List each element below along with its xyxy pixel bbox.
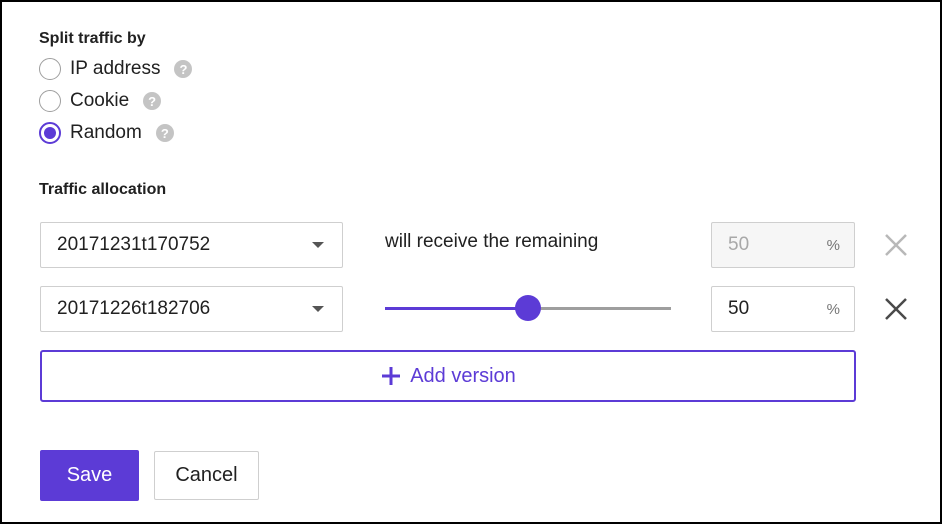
radio-option-random[interactable]: Random ? bbox=[39, 119, 174, 147]
percent-unit: % bbox=[826, 300, 840, 318]
traffic-split-dialog: Split traffic by IP address ? Cookie ? R… bbox=[0, 0, 942, 524]
add-version-button[interactable]: Add version bbox=[40, 350, 856, 402]
percent-field-2[interactable]: 50 % bbox=[711, 286, 855, 332]
chevron-down-icon bbox=[312, 242, 324, 248]
radio-label-random: Random bbox=[70, 122, 142, 143]
plus-icon bbox=[380, 365, 402, 387]
close-icon[interactable] bbox=[882, 295, 910, 323]
question-icon[interactable]: ? bbox=[174, 60, 193, 78]
chevron-down-icon bbox=[312, 306, 324, 312]
save-button[interactable]: Save bbox=[40, 450, 139, 501]
version-select-2[interactable]: 20171226t182706 bbox=[40, 286, 343, 332]
cookie-radio[interactable] bbox=[39, 90, 61, 112]
version-select-value: 20171226t182706 bbox=[57, 298, 211, 319]
cancel-button[interactable]: Cancel bbox=[154, 451, 259, 500]
radio-label-ip-address: IP address bbox=[70, 58, 161, 79]
percent-value[interactable]: 50 bbox=[728, 298, 749, 320]
version-select-1[interactable]: 20171231t170752 bbox=[40, 222, 343, 268]
question-icon[interactable]: ? bbox=[155, 124, 174, 142]
traffic-allocation-title: Traffic allocation bbox=[39, 181, 167, 198]
radio-label-cookie: Cookie bbox=[70, 90, 130, 111]
split-traffic-title: Split traffic by bbox=[39, 30, 146, 47]
allocation-slider[interactable] bbox=[385, 295, 671, 321]
add-version-label: Add version bbox=[410, 364, 516, 387]
question-icon[interactable]: ? bbox=[143, 92, 162, 110]
ip-address-radio[interactable] bbox=[39, 58, 61, 80]
version-select-value: 20171231t170752 bbox=[57, 234, 211, 255]
percent-unit: % bbox=[826, 236, 840, 254]
radio-option-cookie[interactable]: Cookie ? bbox=[39, 87, 162, 115]
slider-fill bbox=[385, 307, 528, 310]
radio-option-ip-address[interactable]: IP address ? bbox=[39, 55, 193, 83]
percent-value: 50 bbox=[728, 234, 750, 255]
percent-field-1: 50 % bbox=[711, 222, 855, 268]
random-radio[interactable] bbox=[39, 122, 61, 144]
slider-thumb[interactable] bbox=[515, 295, 541, 321]
close-icon[interactable] bbox=[882, 231, 910, 259]
remaining-text: will receive the remaining bbox=[385, 231, 599, 252]
